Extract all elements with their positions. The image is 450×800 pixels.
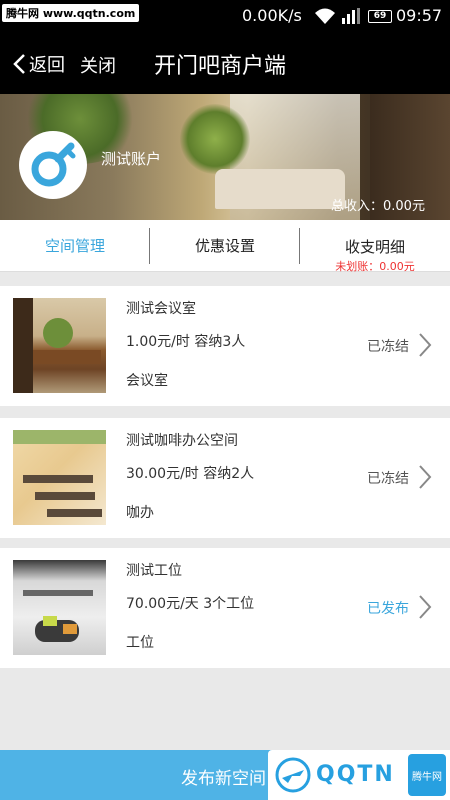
close-button[interactable]: 关闭 <box>80 52 116 78</box>
banner-sofa <box>215 169 345 209</box>
chevron-right-icon <box>419 465 432 489</box>
tab-space-management[interactable]: 空间管理 <box>0 220 150 272</box>
key-logo-icon <box>31 142 76 187</box>
battery-icon: 69 <box>368 10 392 23</box>
chevron-right-icon <box>419 333 432 357</box>
space-thumbnail <box>13 430 106 525</box>
tab-income-details[interactable]: 收支明细 未划账：0.00元 <box>300 220 450 273</box>
space-card[interactable]: 测试咖啡办公空间 30.00元/时 容纳2人 咖办 已冻结 <box>0 418 450 538</box>
status-bar: 腾牛网 www.qqtn.com 0.00K/s 69 09:57 <box>0 0 450 32</box>
tab-income-details-label: 收支明细 <box>344 238 405 256</box>
publish-label: 发布新空间 <box>181 769 266 789</box>
unsettled-amount: 未划账：0.00元 <box>335 260 415 273</box>
space-type: 工位 <box>126 635 154 651</box>
watermark-top: 腾牛网 www.qqtn.com <box>2 4 140 22</box>
wifi-icon <box>315 8 335 24</box>
total-income: 总收入：0.00元 <box>331 199 425 214</box>
watermark-plane-icon <box>275 757 311 793</box>
avatar[interactable] <box>19 131 87 199</box>
chevron-right-icon <box>419 595 432 619</box>
space-thumbnail <box>13 560 106 655</box>
space-price: 30.00元/时 容纳2人 <box>126 466 255 482</box>
watermark-badge: 腾牛网 <box>408 754 446 796</box>
watermark-text: QQTN <box>316 762 395 787</box>
watermark-logo: QQTN 腾牛网 <box>268 750 450 800</box>
page-title: 开门吧商户端 <box>154 54 287 79</box>
space-status: 已冻结 <box>367 339 409 355</box>
clock: 09:57 <box>396 6 443 25</box>
signal-icon <box>342 8 360 24</box>
space-type: 会议室 <box>126 373 168 389</box>
space-name: 测试工位 <box>126 563 182 579</box>
back-button[interactable]: 返回 <box>12 51 65 77</box>
tab-discount-settings[interactable]: 优惠设置 <box>150 220 300 272</box>
space-thumbnail <box>13 298 106 393</box>
account-name: 测试账户 <box>101 150 162 168</box>
tab-bar: 空间管理 优惠设置 收支明细 未划账：0.00元 <box>0 220 450 273</box>
space-price: 70.00元/天 3个工位 <box>126 596 255 612</box>
network-speed: 0.00K/s <box>242 6 302 25</box>
space-status: 已冻结 <box>367 471 409 487</box>
nav-bar: 返回 关闭 开门吧商户端 <box>0 32 450 94</box>
space-card[interactable]: 测试会议室 1.00元/时 容纳3人 会议室 已冻结 <box>0 286 450 406</box>
back-label: 返回 <box>29 55 65 76</box>
space-type: 咖办 <box>126 505 154 521</box>
space-card[interactable]: 测试工位 70.00元/天 3个工位 工位 已发布 <box>0 548 450 668</box>
space-name: 测试咖啡办公空间 <box>126 433 238 449</box>
space-status: 已发布 <box>367 601 409 617</box>
chevron-left-icon <box>13 54 25 74</box>
space-name: 测试会议室 <box>126 301 196 317</box>
banner-plant <box>180 104 250 174</box>
space-price: 1.00元/时 容纳3人 <box>126 334 246 350</box>
